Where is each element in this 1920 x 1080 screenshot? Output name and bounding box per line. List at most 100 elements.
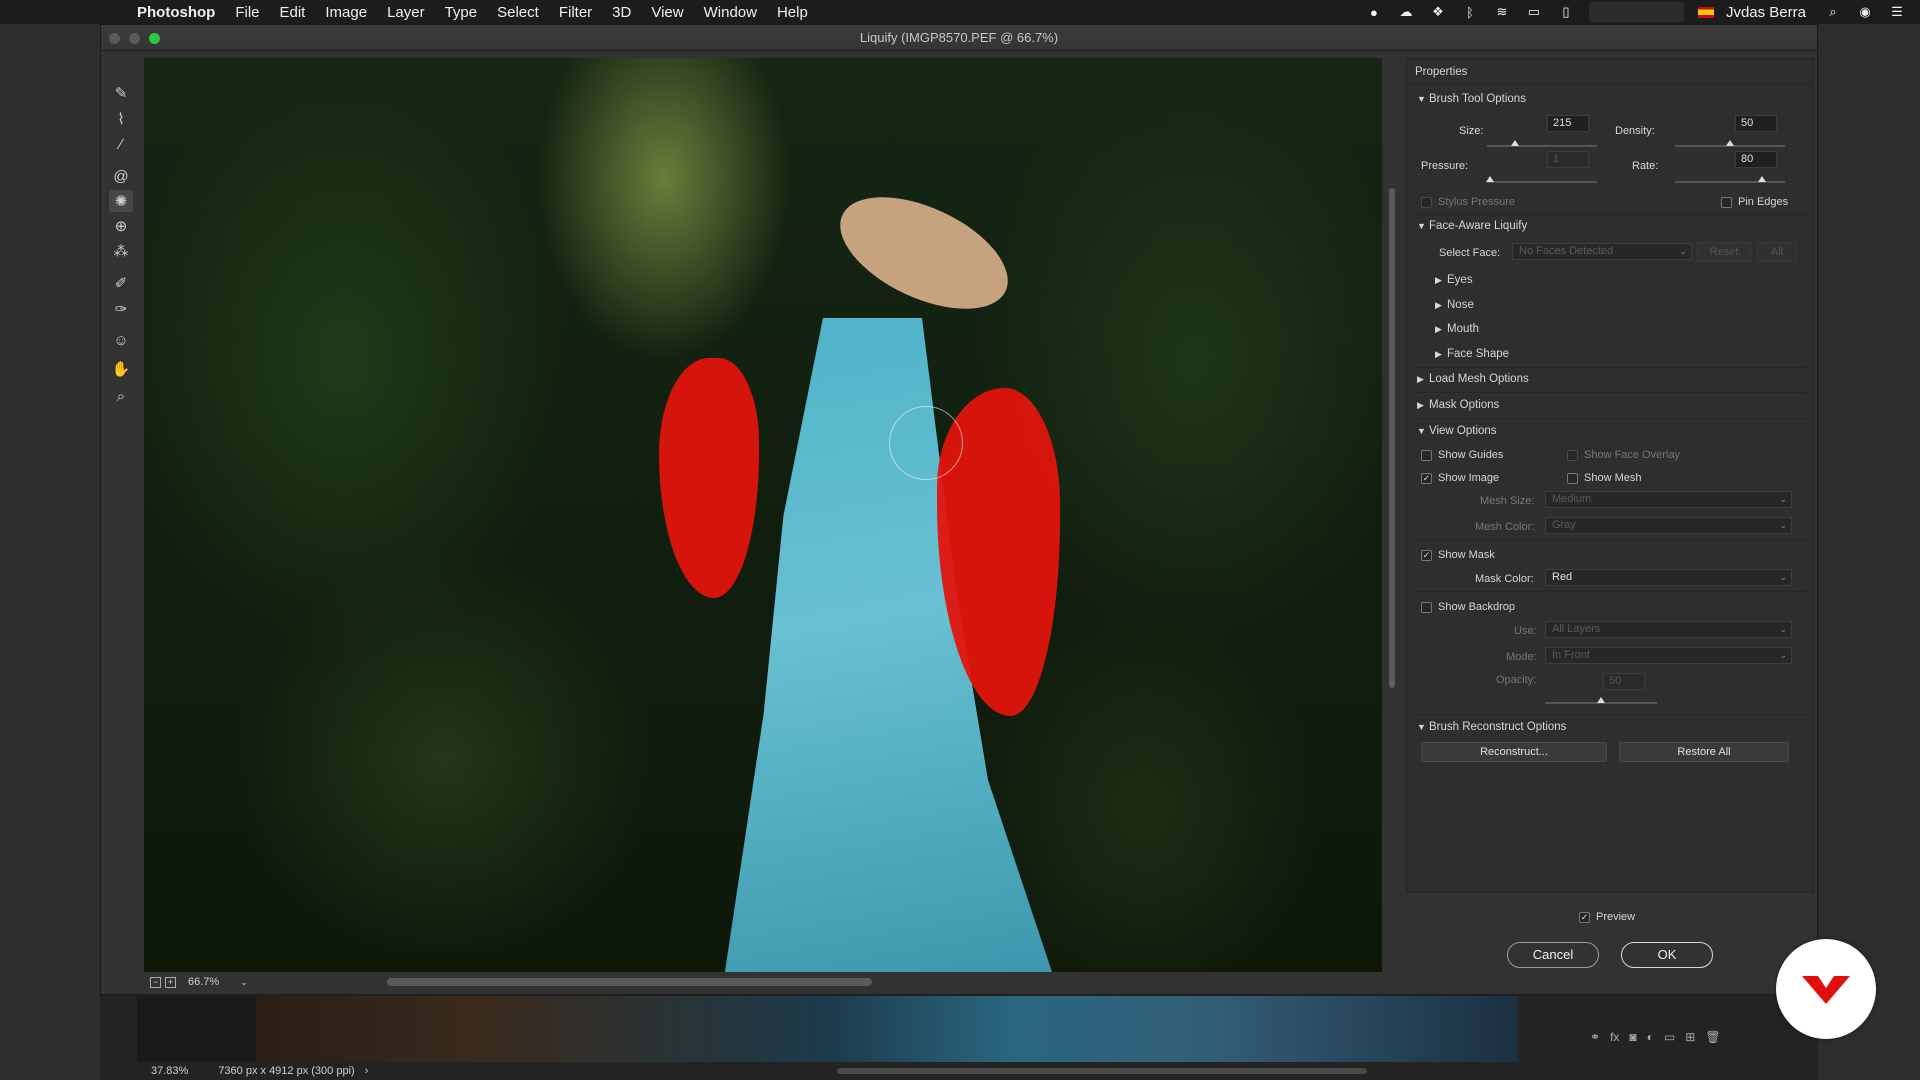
canvas-vertical-scrollbar[interactable]: [1387, 58, 1397, 972]
image-canvas[interactable]: [144, 58, 1382, 972]
restore-all-button[interactable]: Restore All: [1619, 742, 1789, 762]
creative-cloud-icon[interactable]: ☁: [1397, 4, 1415, 19]
vscroll-thumb[interactable]: [1389, 188, 1395, 688]
preview-option[interactable]: ✓ Preview: [1579, 911, 1635, 923]
freeze-mask-tool-icon[interactable]: ✐: [109, 272, 133, 294]
search-icon[interactable]: ⌕: [1824, 4, 1842, 19]
expand-right-icon: ▶: [1417, 374, 1424, 384]
size-slider[interactable]: [1487, 145, 1597, 147]
menu-select[interactable]: Select: [497, 4, 539, 21]
dialog-title: Liquify (IMGP8570.PEF @ 66.7%): [859, 30, 1059, 45]
mask-options-header[interactable]: ▶ Mask Options: [1417, 399, 1499, 411]
zoom-window-icon[interactable]: [149, 33, 160, 44]
menu-edit[interactable]: Edit: [280, 4, 306, 21]
trash-icon[interactable]: 🗑: [1705, 1030, 1720, 1048]
airplay-icon[interactable]: ▭: [1525, 4, 1543, 19]
zoom-out-icon[interactable]: −: [150, 976, 161, 988]
reconstruct-tool-icon[interactable]: ⌇: [109, 108, 133, 130]
rate-input[interactable]: 80: [1735, 151, 1777, 168]
user-name[interactable]: Jvdas Berra: [1726, 4, 1806, 21]
mask-color-dropdown[interactable]: Red ⌄: [1545, 569, 1792, 586]
spain-flag-icon[interactable]: [1697, 6, 1714, 18]
mesh-size-dropdown: Medium ⌄: [1545, 491, 1792, 508]
preview-checkbox[interactable]: ✓: [1579, 911, 1590, 923]
reconstruct-button[interactable]: Reconstruct...: [1421, 742, 1607, 762]
menu-image[interactable]: Image: [325, 4, 367, 21]
pin-edges-checkbox[interactable]: [1721, 197, 1732, 208]
menu-window[interactable]: Window: [704, 4, 757, 21]
face-tool-icon[interactable]: ☺: [109, 329, 133, 351]
record-icon[interactable]: ●: [1365, 5, 1383, 20]
folder-icon[interactable]: ▭: [1664, 1030, 1675, 1048]
density-input[interactable]: 50: [1735, 115, 1777, 132]
thaw-mask-tool-icon[interactable]: ✑: [109, 298, 133, 320]
nose-section[interactable]: ▶ Nose: [1435, 299, 1474, 311]
smooth-tool-icon[interactable]: ∕: [109, 133, 133, 155]
workspace-scrollbar[interactable]: [837, 1068, 1367, 1074]
menu-view[interactable]: View: [651, 4, 683, 21]
menu-help[interactable]: Help: [777, 4, 808, 21]
dropbox-icon[interactable]: ❖: [1429, 4, 1447, 19]
notification-center-icon[interactable]: ☰: [1888, 4, 1906, 19]
forward-warp-tool-icon[interactable]: ✎: [109, 82, 133, 104]
status-arrow-icon[interactable]: ›: [365, 1065, 369, 1077]
show-image-checkbox[interactable]: ✓: [1421, 473, 1432, 484]
menu-layer[interactable]: Layer: [387, 4, 425, 21]
brush-tool-options-header[interactable]: ▼ Brush Tool Options: [1417, 93, 1526, 105]
zoom-in-icon[interactable]: +: [165, 976, 176, 988]
face-aware-liquify-header[interactable]: ▼ Face-Aware Liquify: [1417, 220, 1527, 232]
wifi-icon[interactable]: ≋: [1493, 4, 1511, 19]
view-options-header[interactable]: ▼ View Options: [1417, 425, 1497, 437]
link-icon[interactable]: ⚭: [1590, 1030, 1600, 1048]
eyes-section[interactable]: ▶ Eyes: [1435, 274, 1473, 286]
menu-type[interactable]: Type: [445, 4, 478, 21]
size-input[interactable]: 215: [1547, 115, 1589, 132]
rate-slider[interactable]: [1675, 181, 1785, 183]
pucker-tool-icon[interactable]: ✺: [109, 190, 133, 212]
layer-panel-icons: ⚭ fx ◙ ◐ ▭ ⊞ 🗑: [1590, 1030, 1790, 1048]
ok-button[interactable]: OK: [1621, 942, 1713, 968]
brush-reconstruct-options-header[interactable]: ▼ Brush Reconstruct Options: [1417, 721, 1566, 733]
hand-tool-icon[interactable]: ✋: [109, 358, 133, 380]
zoom-tool-icon[interactable]: ⌕: [109, 385, 133, 407]
siri-icon[interactable]: ◉: [1856, 4, 1874, 19]
cancel-button[interactable]: Cancel: [1507, 942, 1599, 968]
properties-title: Properties: [1407, 59, 1813, 85]
battery-icon[interactable]: ▯: [1557, 4, 1575, 19]
new-layer-icon[interactable]: ⊞: [1685, 1030, 1695, 1048]
fx-icon[interactable]: fx: [1610, 1030, 1619, 1048]
expand-right-icon: ▶: [1435, 300, 1442, 310]
mouth-section[interactable]: ▶ Mouth: [1435, 323, 1479, 335]
canvas-horizontal-scrollbar[interactable]: [387, 978, 872, 986]
bloat-tool-icon[interactable]: ⊕: [109, 215, 133, 237]
show-mesh-checkbox[interactable]: [1567, 473, 1578, 484]
face-shape-section[interactable]: ▶ Face Shape: [1435, 348, 1509, 360]
twirl-tool-icon[interactable]: @: [109, 165, 133, 187]
size-slider-knob[interactable]: [1511, 140, 1519, 146]
show-guides-checkbox[interactable]: [1421, 450, 1432, 461]
show-mask-checkbox[interactable]: ✓: [1421, 550, 1432, 561]
rate-slider-knob[interactable]: [1758, 176, 1766, 182]
density-slider-knob[interactable]: [1726, 140, 1734, 146]
zoom-value[interactable]: 66.7%: [188, 976, 240, 988]
chevron-down-icon: ⌄: [1679, 246, 1687, 256]
zoom-dropdown-icon[interactable]: ⌄: [240, 977, 248, 988]
menu-file[interactable]: File: [235, 4, 259, 21]
menu-filter[interactable]: Filter: [559, 4, 592, 21]
push-left-tool-icon[interactable]: ⁂: [109, 240, 133, 262]
show-backdrop-checkbox[interactable]: [1421, 602, 1432, 613]
menu-3d[interactable]: 3D: [612, 4, 631, 21]
logo-chevron-icon: [1802, 976, 1850, 1004]
bluetooth-icon[interactable]: ᛒ: [1461, 5, 1479, 20]
load-mesh-options-header[interactable]: ▶ Load Mesh Options: [1417, 373, 1529, 385]
menu-app-name[interactable]: Photoshop: [137, 4, 215, 21]
liquify-dialog: Liquify (IMGP8570.PEF @ 66.7%) ✎ ⌇ ∕ @ ✺…: [100, 24, 1818, 995]
mask-icon[interactable]: ◙: [1629, 1030, 1636, 1048]
minimize-icon[interactable]: [129, 33, 140, 44]
adjustment-icon[interactable]: ◐: [1647, 1030, 1654, 1048]
expand-right-icon: ▶: [1417, 400, 1424, 410]
show-backdrop-label: Show Backdrop: [1438, 601, 1516, 613]
use-dropdown: All Layers ⌄: [1545, 621, 1792, 638]
close-icon[interactable]: [109, 33, 120, 44]
document-preview-strip: [256, 996, 1518, 1062]
